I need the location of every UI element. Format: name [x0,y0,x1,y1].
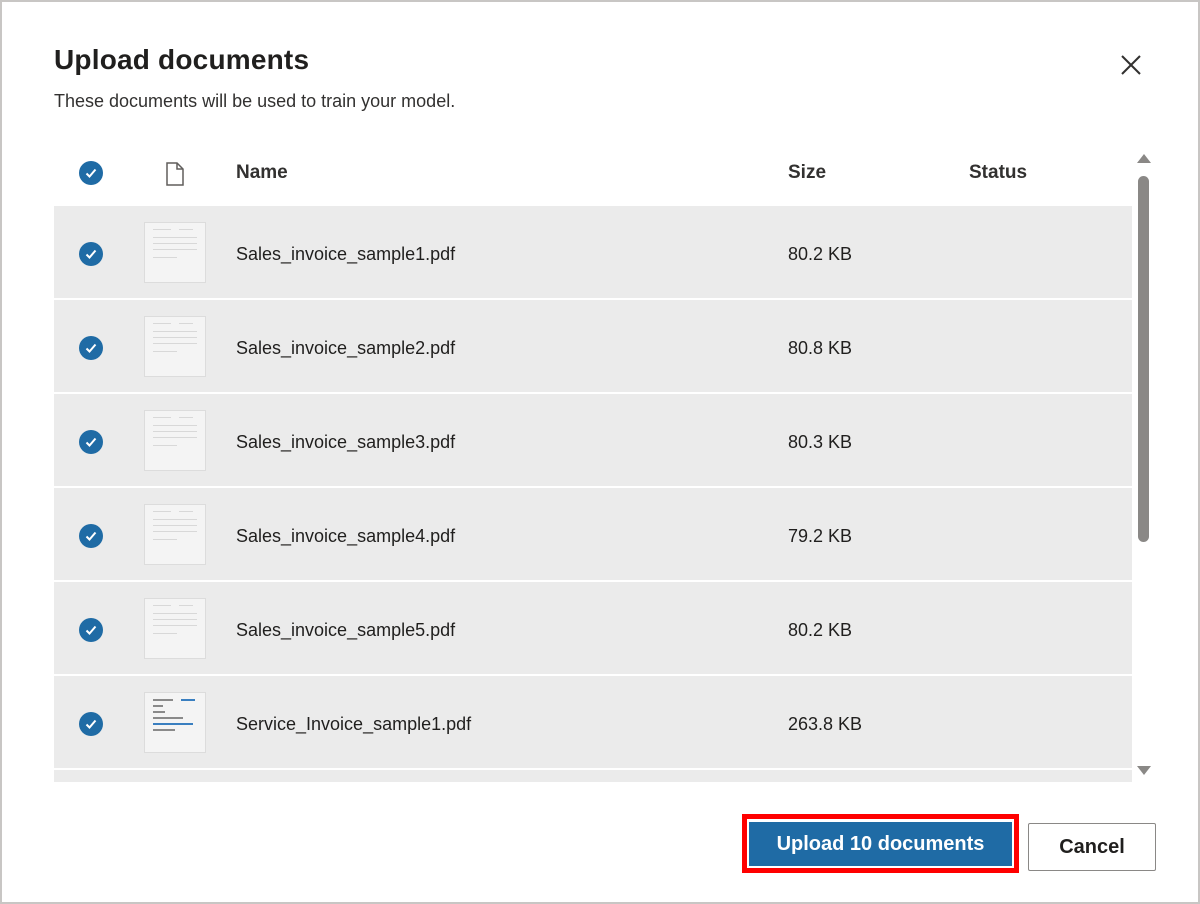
file-name: Sales_invoice_sample2.pdf [236,338,456,358]
list-rows: Sales_invoice_sample1.pdf 80.2 KB Sales_… [54,206,1132,784]
list-header: Name Size Status [54,140,1132,206]
table-row[interactable]: Sales_invoice_sample4.pdf 79.2 KB [54,488,1132,582]
file-size: 80.3 KB [788,432,853,452]
table-row[interactable]: Sales_invoice_sample3.pdf 80.3 KB [54,394,1132,488]
check-icon [85,249,97,259]
file-name: Service_Invoice_sample1.pdf [236,714,472,734]
cancel-button[interactable]: Cancel [1028,823,1156,871]
document-thumbnail [144,504,206,565]
row-checkbox[interactable] [79,242,103,266]
select-all-checkbox[interactable] [79,161,103,185]
table-row[interactable]: Service_Invoice_sample1.pdf 263.8 KB [54,676,1132,770]
table-row[interactable]: Sales_invoice_sample1.pdf 80.2 KB [54,206,1132,300]
check-icon [85,343,97,353]
table-row[interactable] [54,770,1132,784]
check-icon [85,437,97,447]
file-size: 80.2 KB [788,244,853,264]
column-header-name[interactable]: Name [236,162,288,184]
file-size: 80.8 KB [788,338,853,358]
table-row[interactable]: Sales_invoice_sample5.pdf 80.2 KB [54,582,1132,676]
file-name: Sales_invoice_sample5.pdf [236,620,456,640]
upload-dialog: Upload documents These documents will be… [2,2,1198,902]
check-icon [85,625,97,635]
check-icon [85,719,97,729]
document-icon [166,162,184,186]
row-checkbox[interactable] [79,430,103,454]
document-thumbnail [144,598,206,659]
document-thumbnail [144,222,206,283]
close-button[interactable] [1114,48,1148,82]
document-thumbnail [144,316,206,377]
check-icon [85,168,97,178]
document-list: Name Size Status Sales_invoice_sample1.p… [54,140,1154,788]
upload-documents-button[interactable]: Upload 10 documents [749,822,1012,866]
scroll-up-arrow-icon[interactable] [1137,154,1151,163]
dialog-title: Upload documents [54,44,310,75]
row-checkbox[interactable] [79,524,103,548]
file-size: 263.8 KB [788,714,863,734]
file-size: 80.2 KB [788,620,853,640]
file-name: Sales_invoice_sample4.pdf [236,526,456,546]
check-icon [85,531,97,541]
scroll-down-arrow-icon[interactable] [1137,766,1151,775]
dialog-subtitle: These documents will be used to train yo… [54,91,456,111]
document-thumbnail [144,692,206,753]
document-thumbnail [144,410,206,471]
row-checkbox[interactable] [79,336,103,360]
column-header-size[interactable]: Size [788,162,826,184]
file-name: Sales_invoice_sample3.pdf [236,432,456,452]
table-row[interactable]: Sales_invoice_sample2.pdf 80.8 KB [54,300,1132,394]
vertical-scrollbar[interactable] [1133,140,1153,788]
row-checkbox[interactable] [79,618,103,642]
frame: Upload documents These documents will be… [0,0,1200,904]
close-icon [1121,55,1141,75]
scrollbar-thumb[interactable] [1138,176,1149,542]
file-name: Sales_invoice_sample1.pdf [236,244,456,264]
row-checkbox[interactable] [79,712,103,736]
file-size: 79.2 KB [788,526,853,546]
column-header-status[interactable]: Status [969,162,1027,184]
